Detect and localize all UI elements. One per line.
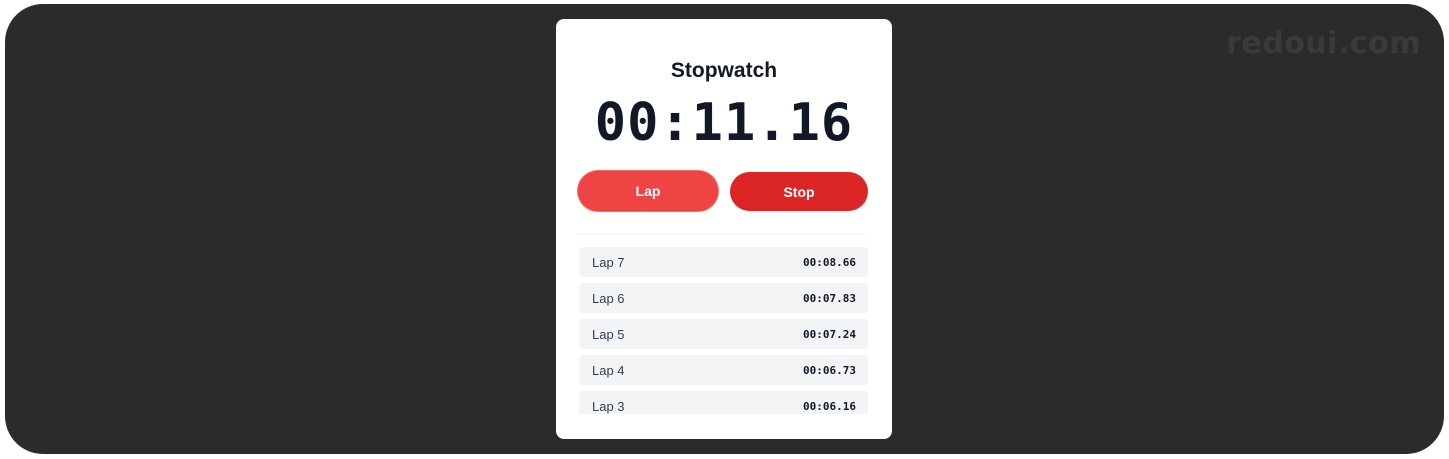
lap-name: Lap 4 bbox=[592, 362, 625, 378]
lap-row: Lap 7 00:08.66 bbox=[579, 247, 868, 277]
divider bbox=[578, 234, 868, 235]
app-frame: redoui.com Stopwatch 00:11.16 Lap Stop L… bbox=[5, 4, 1444, 454]
lap-row: Lap 5 00:07.24 bbox=[579, 319, 868, 349]
lap-name: Lap 3 bbox=[592, 398, 625, 414]
lap-time: 00:08.66 bbox=[803, 255, 856, 269]
lap-time: 00:06.16 bbox=[803, 399, 856, 413]
stopwatch-card: Stopwatch 00:11.16 Lap Stop Lap 7 00:08.… bbox=[556, 19, 892, 439]
page-title: Stopwatch bbox=[670, 59, 778, 82]
lap-time: 00:06.73 bbox=[803, 363, 856, 377]
time-display: 00:11.16 bbox=[594, 93, 854, 153]
lap-name: Lap 5 bbox=[592, 326, 625, 342]
lap-name: Lap 6 bbox=[592, 290, 625, 306]
lap-list[interactable]: Lap 7 00:08.66 Lap 6 00:07.83 Lap 5 00:0… bbox=[579, 247, 868, 414]
lap-button[interactable]: Lap bbox=[578, 171, 718, 211]
lap-row: Lap 3 00:06.16 bbox=[579, 391, 868, 414]
stop-button[interactable]: Stop bbox=[730, 172, 868, 211]
lap-row: Lap 4 00:06.73 bbox=[579, 355, 868, 385]
lap-row: Lap 6 00:07.83 bbox=[579, 283, 868, 313]
lap-time: 00:07.83 bbox=[803, 291, 856, 305]
lap-time: 00:07.24 bbox=[803, 327, 856, 341]
lap-name: Lap 7 bbox=[592, 254, 625, 270]
watermark: redoui.com bbox=[1226, 26, 1421, 61]
